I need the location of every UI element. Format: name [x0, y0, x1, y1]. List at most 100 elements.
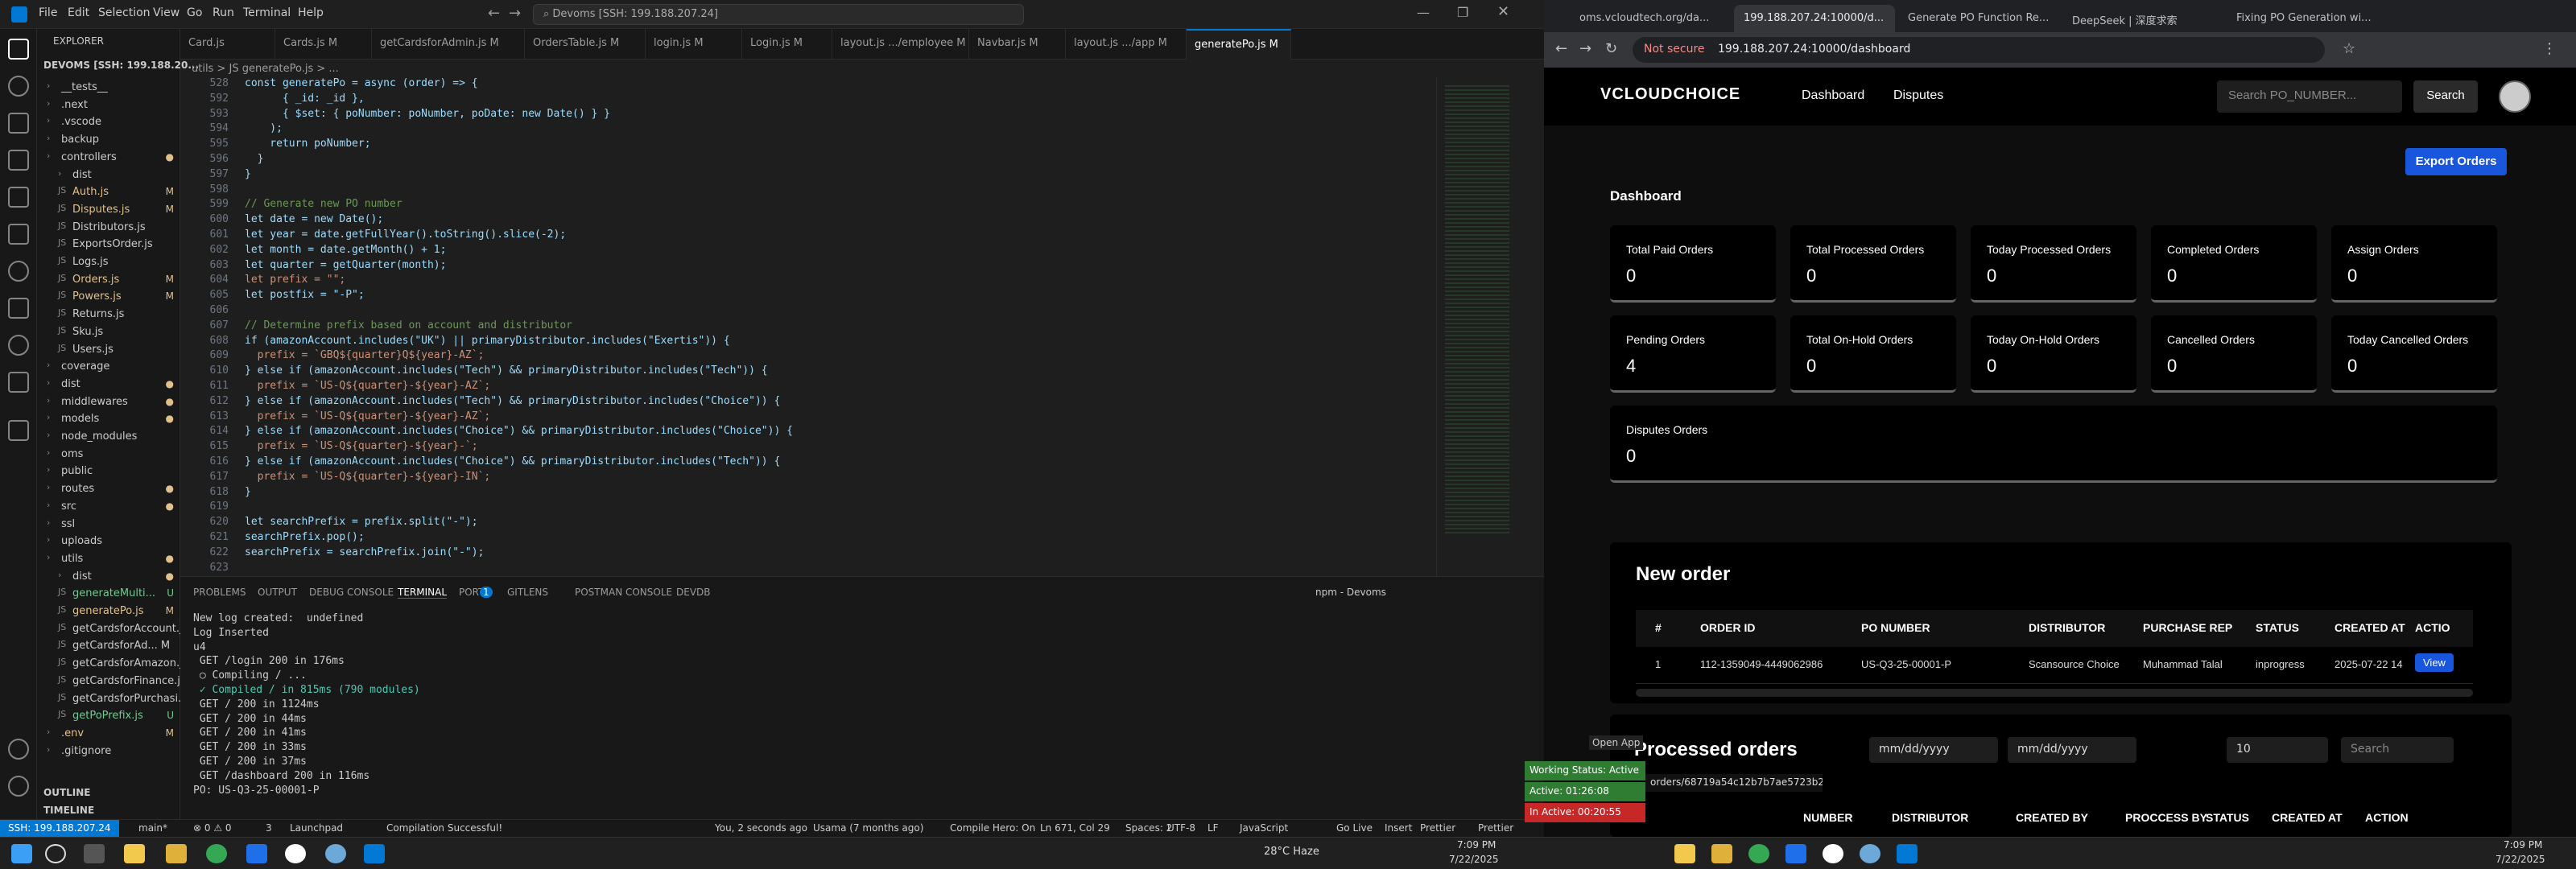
bookmark-star-icon[interactable]: ☆ — [2343, 40, 2355, 57]
tree-item[interactable]: › .vscode — [37, 113, 180, 131]
forward-icon[interactable]: → — [1579, 40, 1591, 57]
tree-item[interactable]: › ssl — [37, 516, 180, 533]
menu-view[interactable]: View — [153, 6, 180, 19]
browser-tab[interactable]: Fixing PO Generation wi... — [2227, 5, 2388, 32]
task-view-icon[interactable] — [84, 844, 105, 863]
remote-indicator[interactable]: SSH: 199.188.207.24 — [0, 820, 119, 838]
processed-search-input[interactable]: Search — [2341, 737, 2454, 763]
tree-item[interactable]: › dist ● — [37, 376, 180, 393]
reload-icon[interactable]: ↻ — [1605, 40, 1617, 57]
command-center[interactable]: ⌕ Devoms [SSH: 199.188.207.24] — [533, 4, 1024, 25]
tree-item[interactable]: JS getCardsforPurchasi... — [37, 690, 180, 708]
workspace-root[interactable]: DEVOMS [SSH: 199.188.20... — [43, 60, 199, 71]
stat-card[interactable]: Cancelled Orders 0 — [2151, 315, 2317, 393]
stat-card[interactable]: Today Cancelled Orders 0 — [2331, 315, 2497, 393]
explorer-icon[interactable] — [8, 39, 29, 60]
zoom-icon-2[interactable] — [1785, 844, 1806, 863]
language-mode[interactable]: JavaScript — [1240, 822, 1288, 834]
panel-tab[interactable]: POSTMAN CONSOLE — [575, 587, 672, 598]
tree-item[interactable]: › uploads — [37, 533, 180, 550]
outline-section[interactable]: OUTLINE — [43, 787, 90, 798]
tree-item[interactable]: JS Distributors.js — [37, 219, 180, 237]
git-blame[interactable]: You, 2 seconds ago — [715, 822, 807, 834]
vscode-icon[interactable] — [364, 844, 385, 863]
settings-gear-icon[interactable] — [8, 776, 29, 797]
docker-icon[interactable] — [8, 372, 29, 393]
git-author[interactable]: Usama (7 months ago) — [813, 822, 923, 834]
clock-time-2[interactable]: 7:09 PM — [2504, 839, 2542, 850]
po-search-input[interactable]: Search PO_NUMBER... — [2217, 80, 2402, 113]
app-icon[interactable] — [285, 844, 306, 863]
back-arrow-icon[interactable]: ← — [488, 5, 500, 22]
zoom-icon[interactable] — [246, 844, 267, 863]
nav-dashboard[interactable]: Dashboard — [1802, 89, 1864, 103]
edge-icon[interactable] — [325, 844, 346, 863]
panel-tab[interactable]: OUTPUT — [258, 587, 297, 598]
terminal-selector[interactable]: npm - Devoms — [1315, 587, 1386, 598]
tree-item[interactable]: JS getCardsforAd... M — [37, 637, 180, 655]
minimap[interactable] — [1436, 77, 1544, 576]
vscode-icon-2[interactable] — [1897, 844, 1918, 863]
compile-hero[interactable]: Compile Hero: On — [950, 822, 1035, 834]
tree-item[interactable]: › public — [37, 463, 180, 480]
editor-tab[interactable]: OrdersTable.js M — [525, 29, 646, 60]
back-icon[interactable]: ← — [1555, 40, 1567, 57]
tree-item[interactable]: JS Orders.js M — [37, 271, 180, 289]
go-live[interactable]: Go Live — [1336, 822, 1373, 834]
menu-help[interactable]: Help — [298, 6, 324, 19]
tree-item[interactable]: JS generateMulti... U — [37, 585, 180, 603]
code-editor[interactable]: 528 const generatePo = async (order) => {… — [180, 77, 1436, 576]
search-icon[interactable] — [45, 844, 66, 863]
clock-time[interactable]: 7:09 PM — [1457, 839, 1496, 850]
tree-item[interactable]: › .gitignore — [37, 743, 180, 760]
launchpad[interactable]: Launchpad — [290, 822, 343, 834]
tree-item[interactable]: JS Powers.js M — [37, 288, 180, 306]
tree-item[interactable]: JS Logs.js — [37, 253, 180, 271]
open-app-link[interactable]: Open App — [1589, 735, 1644, 750]
editor-tab[interactable]: Navbar.js M — [969, 29, 1066, 60]
stat-card[interactable]: Pending Orders 4 — [1610, 315, 1776, 393]
breadcrumb[interactable]: utils > JS generatePo.js > ... — [180, 60, 1436, 77]
compile-status[interactable]: Compilation Successful! — [386, 822, 502, 834]
tree-item[interactable]: JS generatePo.js M — [37, 603, 180, 620]
tree-item[interactable]: › __tests__ — [37, 79, 180, 97]
store-icon[interactable] — [166, 844, 187, 863]
maximize-icon[interactable]: ❐ — [1457, 5, 1468, 20]
start-date-input[interactable]: mm/dd/yyyy — [1869, 737, 1998, 763]
store-icon-2[interactable] — [1711, 844, 1732, 863]
browser-tab[interactable]: DeepSeek | 深度求索 — [2062, 5, 2223, 32]
editor-tab[interactable]: Card.js — [180, 29, 275, 60]
weather-widget[interactable]: 28°C Haze — [1264, 846, 1319, 858]
testing-icon[interactable] — [8, 298, 29, 319]
tree-item[interactable]: JS Auth.js M — [37, 183, 180, 201]
end-of-line[interactable]: LF — [1208, 822, 1219, 834]
horizontal-scrollbar[interactable] — [1636, 689, 2473, 697]
browser-tab[interactable]: oms.vcloudtech.org/da... — [1570, 5, 1731, 32]
tree-item[interactable]: JS ExportsOrder.js — [37, 236, 180, 253]
tree-item[interactable]: › models ● — [37, 410, 180, 428]
browser-tab[interactable]: 199.188.207.24:10000/d... — [1734, 5, 1895, 32]
editor-tab[interactable]: layout.js .../app M — [1066, 29, 1187, 60]
panel-tab[interactable]: DEVDB — [676, 587, 711, 598]
database-icon[interactable] — [8, 420, 29, 441]
prettier-status-2[interactable]: Prettier — [1478, 822, 1513, 834]
file-explorer-icon-2[interactable] — [1674, 844, 1695, 863]
search-button[interactable]: Search — [2413, 80, 2478, 113]
tree-item[interactable]: JS getPoPrefix.js U — [37, 707, 180, 725]
edge-icon-2[interactable] — [1860, 844, 1880, 863]
tree-item[interactable]: › backup — [37, 131, 180, 149]
stat-card[interactable]: Completed Orders 0 — [2151, 225, 2317, 303]
file-explorer-icon[interactable] — [124, 844, 145, 863]
tree-item[interactable]: › controllers ● — [37, 149, 180, 167]
ports-count[interactable]: 3 — [266, 822, 272, 834]
close-icon[interactable]: ✕ — [1497, 3, 1509, 20]
tree-item[interactable]: JS getCardsforAccount.js — [37, 620, 180, 638]
stat-card[interactable]: Total On-Hold Orders 0 — [1790, 315, 1956, 393]
nav-disputes[interactable]: Disputes — [1893, 89, 1943, 103]
view-order-button[interactable]: View — [2415, 653, 2454, 672]
tree-item[interactable]: JS getCardsforAmazon.js — [37, 655, 180, 673]
app-icon-2[interactable] — [1823, 844, 1843, 863]
chrome-icon-2[interactable] — [1748, 844, 1769, 863]
menu-go[interactable]: Go — [187, 6, 202, 19]
postman-icon[interactable] — [8, 335, 29, 356]
